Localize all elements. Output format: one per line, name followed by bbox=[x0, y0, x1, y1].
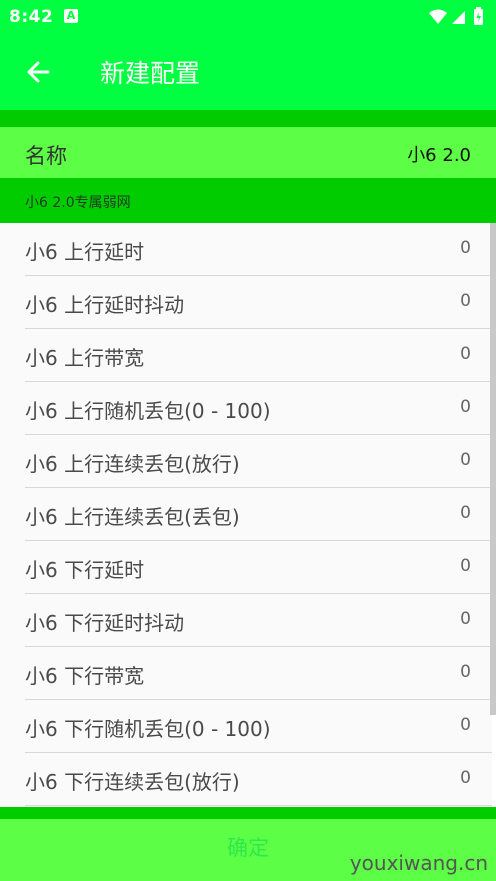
list-item[interactable]: 小6 下行带宽 0 bbox=[0, 647, 492, 700]
list-item-label: 小6 上行连续丢包(放行) bbox=[25, 452, 240, 476]
list-item-label: 小6 下行延时 bbox=[25, 558, 145, 582]
list-item-label: 小6 上行连续丢包(丢包) bbox=[25, 505, 240, 529]
list-item-value[interactable]: 0 bbox=[460, 715, 471, 735]
list-item-value[interactable]: 0 bbox=[460, 556, 471, 576]
list-item-label: 小6 下行延时抖动 bbox=[25, 611, 185, 635]
list-item[interactable]: 小6 上行连续丢包(放行) 0 bbox=[0, 435, 492, 488]
header-divider-band bbox=[0, 110, 496, 127]
list-item-value[interactable]: 0 bbox=[460, 344, 471, 364]
list-item-value[interactable]: 0 bbox=[460, 238, 471, 258]
list-item[interactable]: 小6 下行延时抖动 0 bbox=[0, 594, 492, 647]
list-item[interactable]: 小6 下行连续丢包(放行) 0 bbox=[0, 753, 492, 806]
row-divider bbox=[25, 805, 492, 806]
app-bar: 新建配置 bbox=[0, 35, 496, 110]
list-item-value[interactable]: 0 bbox=[460, 609, 471, 629]
list-item-label: 小6 下行连续丢包(放行) bbox=[25, 770, 240, 794]
list-item-label: 小6 上行带宽 bbox=[25, 346, 145, 370]
list-item-value[interactable]: 0 bbox=[460, 503, 471, 523]
page-title: 新建配置 bbox=[100, 59, 201, 88]
list-item[interactable]: 小6 下行随机丢包(0 - 100) 0 bbox=[0, 700, 492, 753]
status-bar: 8:42 A bbox=[0, 0, 496, 35]
settings-list[interactable]: 小6 上行延时 0 小6 上行延时抖动 0 小6 上行带宽 0 小6 上行随机丢… bbox=[0, 223, 492, 807]
status-time: 8:42 bbox=[9, 7, 54, 27]
wifi-signal-battery-icon bbox=[429, 7, 483, 25]
list-item[interactable]: 小6 上行延时 0 bbox=[0, 223, 492, 276]
footer-divider-band bbox=[0, 807, 496, 819]
name-label: 名称 bbox=[25, 144, 67, 168]
list-item[interactable]: 小6 上行连续丢包(丢包) 0 bbox=[0, 488, 492, 541]
list-item-value[interactable]: 0 bbox=[460, 768, 471, 788]
list-item[interactable]: 小6 上行延时抖动 0 bbox=[0, 276, 492, 329]
scrollbar[interactable] bbox=[490, 223, 496, 715]
back-arrow-icon[interactable] bbox=[22, 55, 56, 89]
list-item-value[interactable]: 0 bbox=[460, 662, 471, 682]
watermark: youxiwang.cn bbox=[349, 851, 488, 875]
list-item-label: 小6 上行延时 bbox=[25, 240, 145, 264]
list-item[interactable]: 小6 上行随机丢包(0 - 100) 0 bbox=[0, 382, 492, 435]
notification-icon: A bbox=[64, 9, 78, 23]
section-label: 小6 2.0专属弱网 bbox=[25, 195, 131, 211]
list-item-value[interactable]: 0 bbox=[460, 397, 471, 417]
section-header: 小6 2.0专属弱网 bbox=[0, 178, 496, 223]
list-item-value[interactable]: 0 bbox=[460, 291, 471, 311]
list-item-label: 小6 下行随机丢包(0 - 100) bbox=[25, 717, 271, 741]
name-row[interactable]: 名称 小6 2.0 bbox=[0, 127, 496, 178]
status-icons bbox=[428, 7, 490, 31]
list-item-label: 小6 下行带宽 bbox=[25, 664, 145, 688]
list-item[interactable]: 小6 下行延时 0 bbox=[0, 541, 492, 594]
list-item-label: 小6 上行延时抖动 bbox=[25, 293, 185, 317]
list-item[interactable]: 小6 上行带宽 0 bbox=[0, 329, 492, 382]
name-value[interactable]: 小6 2.0 bbox=[407, 141, 471, 167]
list-item-value[interactable]: 0 bbox=[460, 450, 471, 470]
list-item-label: 小6 上行随机丢包(0 - 100) bbox=[25, 399, 271, 423]
